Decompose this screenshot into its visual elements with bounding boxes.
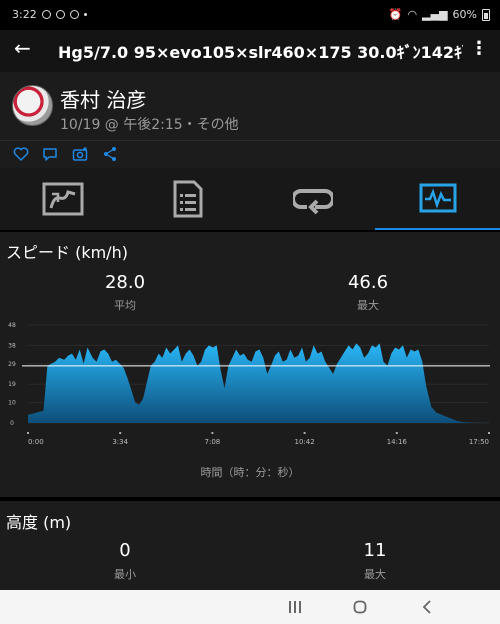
elevation-max-label: 最大 bbox=[364, 568, 386, 581]
alarm-icon: ⏰ bbox=[388, 8, 403, 21]
activity-date: 10/19 @ 午後2:15・その他 bbox=[60, 117, 239, 133]
comment-icon[interactable] bbox=[42, 146, 58, 162]
speed-max-value: 46.6 bbox=[347, 272, 389, 293]
x-tick-label: 14:16 bbox=[387, 438, 408, 446]
status-time: 3:22 bbox=[12, 8, 37, 21]
charts-graph-icon bbox=[419, 183, 456, 213]
x-tick-mark bbox=[395, 432, 398, 434]
speed-chart: 0 10 19 29 38 48 0:00 3:34 7:08 10:42 14:16 17:50 bbox=[8, 322, 490, 446]
speed-area-series bbox=[28, 343, 489, 423]
speed-avg-value: 28.0 bbox=[104, 272, 146, 293]
elevation-min-value: 0 bbox=[119, 540, 131, 561]
tab-details[interactable] bbox=[125, 168, 250, 230]
like-heart-icon[interactable] bbox=[13, 146, 29, 162]
battery-percent: 60% bbox=[452, 8, 477, 21]
chat-icon bbox=[69, 10, 79, 19]
speed-avg-label: 平均 bbox=[114, 299, 136, 312]
x-tick-mark bbox=[27, 432, 29, 434]
tab-overview[interactable] bbox=[0, 168, 125, 230]
x-tick-label: 7:08 bbox=[205, 438, 221, 446]
message-icon bbox=[55, 10, 65, 19]
app-bar: ← Hg5/7.0 95×evo105×slr460×175 30.0ｷﾞﾝ14… bbox=[0, 30, 500, 72]
x-tick-label: 17:50 bbox=[469, 438, 489, 446]
overview-map-icon bbox=[42, 182, 83, 216]
tab-laps[interactable] bbox=[250, 168, 375, 230]
home-icon[interactable] bbox=[353, 600, 367, 614]
y-tick-label: 48 bbox=[8, 322, 16, 329]
share-icon[interactable] bbox=[103, 146, 117, 162]
x-tick-label: 10:42 bbox=[295, 438, 315, 446]
y-tick-label: 10 bbox=[8, 400, 16, 407]
y-tick-label: 19 bbox=[8, 381, 16, 388]
activity-tabs bbox=[0, 168, 500, 230]
signal-icon: ▂▄▆ bbox=[422, 8, 448, 21]
more-notifications-icon bbox=[83, 13, 87, 16]
laps-loop-icon bbox=[292, 189, 333, 215]
x-tick-mark bbox=[119, 432, 122, 434]
battery-icon bbox=[482, 8, 490, 21]
status-bar: 3:22 ⏰ ◠ ▂▄▆ 60% bbox=[0, 0, 500, 30]
profile-header: 香村 治彦 10/19 @ 午後2:15・その他 bbox=[0, 72, 500, 140]
x-tick-label: 0:00 bbox=[28, 438, 44, 446]
x-tick-label: 3:34 bbox=[112, 438, 128, 446]
x-axis-title: 時間（時：分：秒） bbox=[200, 466, 300, 479]
elevation-max-value: 11 bbox=[363, 540, 387, 561]
y-tick-label: 38 bbox=[8, 342, 16, 349]
back-nav-icon[interactable] bbox=[422, 600, 432, 614]
social-actions bbox=[0, 140, 500, 168]
recent-apps-icon[interactable] bbox=[288, 600, 302, 614]
avatar[interactable] bbox=[12, 85, 53, 126]
elevation-min-label: 最小 bbox=[114, 568, 136, 581]
camera-add-icon[interactable] bbox=[72, 146, 89, 162]
speed-title: スピード (km/h) bbox=[6, 243, 128, 262]
elevation-section: 高度 (m) 0 最小 11 最大 bbox=[0, 501, 500, 590]
x-tick-mark bbox=[303, 432, 306, 434]
x-tick-mark bbox=[211, 432, 214, 434]
y-tick-label: 29 bbox=[8, 361, 16, 368]
more-options-icon[interactable]: ⋮ bbox=[470, 38, 488, 59]
elevation-title: 高度 (m) bbox=[6, 513, 72, 532]
tab-charts[interactable] bbox=[375, 168, 500, 230]
back-arrow-icon[interactable]: ← bbox=[14, 36, 31, 60]
notification-icon bbox=[41, 10, 51, 19]
speed-max-label: 最大 bbox=[357, 299, 379, 312]
activity-title: Hg5/7.0 95×evo105×slr460×175 30.0ｷﾞﾝ142ｷ… bbox=[58, 43, 463, 62]
user-name[interactable]: 香村 治彦 bbox=[60, 84, 146, 113]
y-tick-label: 0 bbox=[10, 420, 14, 427]
wifi-icon: ◠ bbox=[407, 8, 418, 21]
system-nav-bar bbox=[0, 590, 500, 624]
x-tick-mark bbox=[488, 432, 490, 434]
details-document-icon bbox=[173, 180, 202, 218]
